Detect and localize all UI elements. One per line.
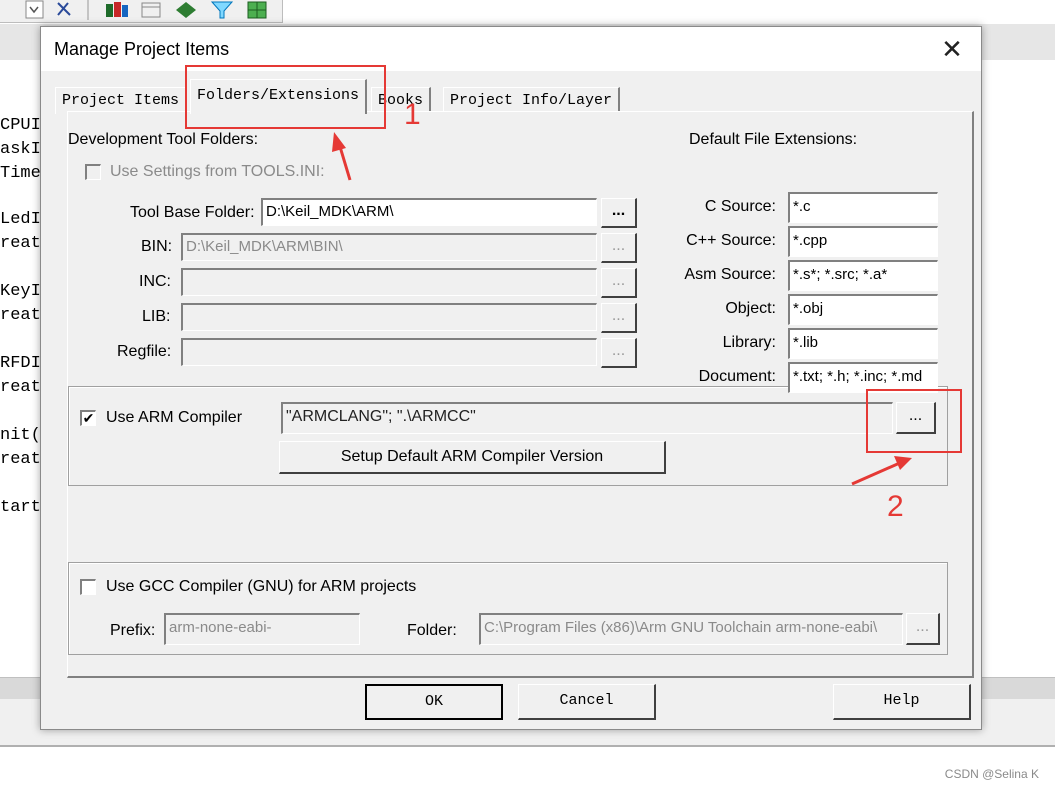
annotation-box-2 [866,389,962,453]
annotation-number-2: 2 [887,490,904,523]
annotation-arrow-1 [332,132,352,181]
annotation-arrow-2 [851,456,912,486]
tab-folders-extensions[interactable]: Folders/Extensions [190,79,368,114]
